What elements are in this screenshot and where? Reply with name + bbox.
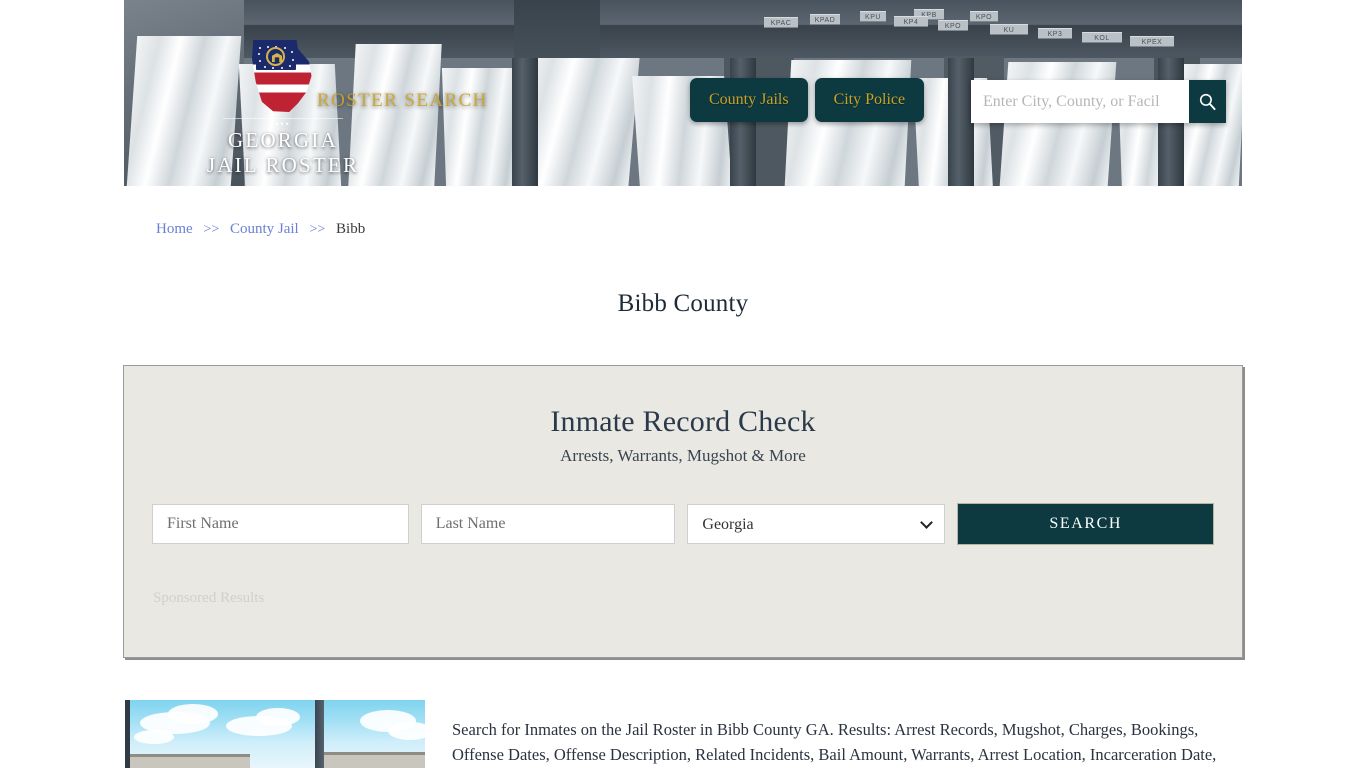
search-button[interactable]: SEARCH <box>957 503 1214 545</box>
thumbnail-building <box>130 754 250 768</box>
thumbnail-building <box>324 752 425 768</box>
shelf-label: KPEX <box>1130 36 1174 47</box>
file-stack <box>441 68 517 186</box>
nav-county-jails-button[interactable]: County Jails <box>690 78 808 122</box>
page-description: Search for Inmates on the Jail Roster in… <box>452 719 1217 764</box>
breadcrumb-item-current: Bibb <box>336 221 366 237</box>
shelf-label: KPAC <box>764 17 798 28</box>
first-name-input[interactable] <box>152 504 409 544</box>
shelf-label: KP3 <box>1038 28 1072 39</box>
page-title: Bibb County <box>617 289 749 317</box>
header-nav: County Jails City Police <box>690 78 925 122</box>
shelf-label: KPO <box>970 11 998 22</box>
shelf-label: KPO <box>938 20 968 31</box>
shelf-label: KU <box>990 24 1028 35</box>
shelf-label: KOL <box>1082 32 1122 43</box>
jail-building-photo[interactable] <box>125 700 425 768</box>
header-search-button[interactable] <box>1189 80 1226 123</box>
shelf-label: KPU <box>860 11 886 22</box>
breadcrumb-separator: >> <box>309 222 326 237</box>
state-select-wrapper: Georgia <box>687 504 946 544</box>
header-tagline: ROSTER SEARCH <box>317 90 488 111</box>
thumbnail-post <box>315 700 324 768</box>
breadcrumb-separator: >> <box>203 222 220 237</box>
last-name-input[interactable] <box>420 504 676 544</box>
site-header: KPAC KPAD KPU KPB KPO KP4 KPO KU KP3 KOL… <box>124 0 1242 186</box>
inmate-search-form: Georgia SEARCH <box>152 503 1214 545</box>
search-icon <box>1199 93 1216 111</box>
logo-line-1: GEORGIA <box>228 128 338 152</box>
page-root: KPAC KPAD KPU KPB KPO KP4 KPO KU KP3 KOL… <box>0 0 1366 768</box>
card-heading: Inmate Record Check <box>550 405 816 438</box>
logo-dots: ••• <box>275 119 291 129</box>
breadcrumb: Home >> County Jail >> Bibb <box>156 221 365 238</box>
header-search-input[interactable] <box>971 80 1189 123</box>
shelf-label: KPAD <box>810 14 840 25</box>
shelf-divider <box>512 58 538 186</box>
state-select[interactable]: Georgia <box>687 504 946 544</box>
breadcrumb-item-county-jail[interactable]: County Jail <box>230 221 299 237</box>
georgia-state-flag-icon <box>252 40 314 112</box>
inmate-record-check-card: Inmate Record Check Arrests, Warrants, M… <box>123 365 1243 658</box>
shelf-label: KP4 <box>894 16 928 27</box>
breadcrumb-item-home[interactable]: Home <box>156 221 193 237</box>
card-subheading: Arrests, Warrants, Mugshot & More <box>560 446 806 465</box>
nav-city-police-button[interactable]: City Police <box>814 78 925 122</box>
logo-line-2: JAIL ROSTER <box>206 153 360 177</box>
header-search <box>971 80 1226 123</box>
sponsored-results-label: Sponsored Results <box>153 590 265 606</box>
